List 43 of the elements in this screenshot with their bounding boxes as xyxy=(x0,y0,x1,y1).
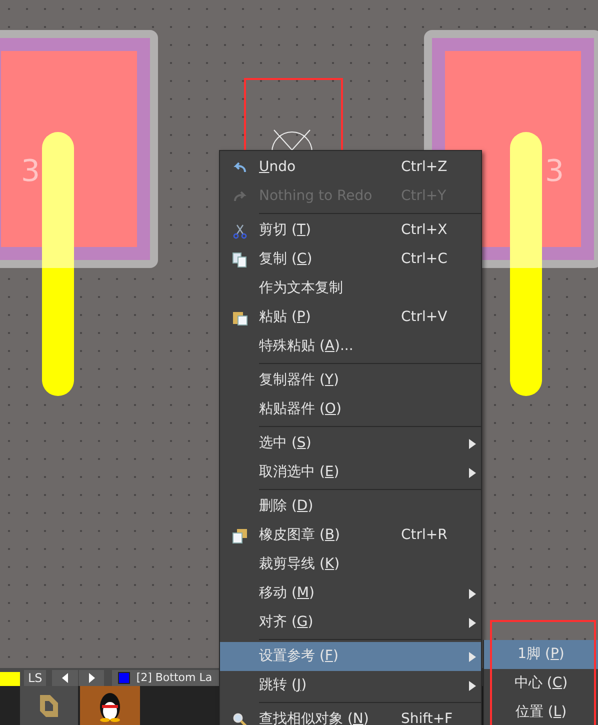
scissors-icon xyxy=(232,222,248,238)
menu-item[interactable]: 删除 (D) xyxy=(220,492,481,521)
taskbar-app-icon[interactable] xyxy=(80,686,140,725)
layer-tab[interactable]: LS xyxy=(24,670,46,686)
menu-item[interactable]: 中心 (C) xyxy=(484,669,598,698)
submenu-arrow-icon xyxy=(469,468,476,478)
pad-number: 3 xyxy=(21,153,40,191)
shortcut-label: Ctrl+R xyxy=(401,527,448,543)
submenu-arrow-icon xyxy=(469,618,476,628)
arrow-left-icon xyxy=(62,673,68,683)
menu-item[interactable]: 取消选中 (E) xyxy=(220,458,481,487)
menu-item[interactable]: 特殊粘贴 (A)... xyxy=(220,332,481,361)
submenu-arrow-icon xyxy=(469,652,476,662)
crosshair-cursor-icon xyxy=(270,128,314,152)
submenu-arrow-icon xyxy=(469,588,476,598)
menu-item[interactable]: 查找相似对象 (N) Shift+F xyxy=(220,705,481,725)
shortcut-label: Ctrl+X xyxy=(401,222,448,238)
shortcut-label: Ctrl+V xyxy=(401,309,448,325)
shortcut-label: Shift+F xyxy=(401,711,453,725)
submenu-arrow-icon xyxy=(469,438,476,448)
pad-number: 3 xyxy=(545,153,564,191)
menu-item[interactable]: 选中 (S) xyxy=(220,429,481,458)
stamp-icon xyxy=(232,528,248,544)
shortcut-label: Ctrl+Z xyxy=(401,159,448,175)
menu-item[interactable]: 粘贴器件 (O) xyxy=(220,395,481,424)
menu-item[interactable]: 对齐 (G) xyxy=(220,608,481,637)
shortcut-label: Ctrl+C xyxy=(401,251,448,267)
menu-item[interactable]: 复制器件 (Y) xyxy=(220,366,481,395)
paste-icon xyxy=(232,310,248,326)
menu-item[interactable]: 裁剪导线 (K) xyxy=(220,550,481,579)
menu-item[interactable]: Undo Ctrl+Z xyxy=(220,153,481,182)
submenu-arrow-icon xyxy=(469,680,476,690)
copy-icon xyxy=(232,252,248,268)
menu-item[interactable]: 位置 (L) xyxy=(484,698,598,725)
menu-item[interactable]: 跳转 (J) xyxy=(220,671,481,700)
menu-item[interactable]: 移动 (M) xyxy=(220,579,481,608)
menu-item[interactable]: 粘贴 (P) Ctrl+V xyxy=(220,303,481,332)
menu-item[interactable]: 剪切 (T) Ctrl+X xyxy=(220,216,481,245)
arrow-right-icon xyxy=(88,673,95,683)
menu-item[interactable]: 橡皮图章 (B) Ctrl+R xyxy=(220,521,481,550)
search-icon xyxy=(232,712,248,725)
menu-item[interactable]: 作为文本复制 xyxy=(220,274,481,303)
menu-item[interactable]: 复制 (C) Ctrl+C xyxy=(220,245,481,274)
